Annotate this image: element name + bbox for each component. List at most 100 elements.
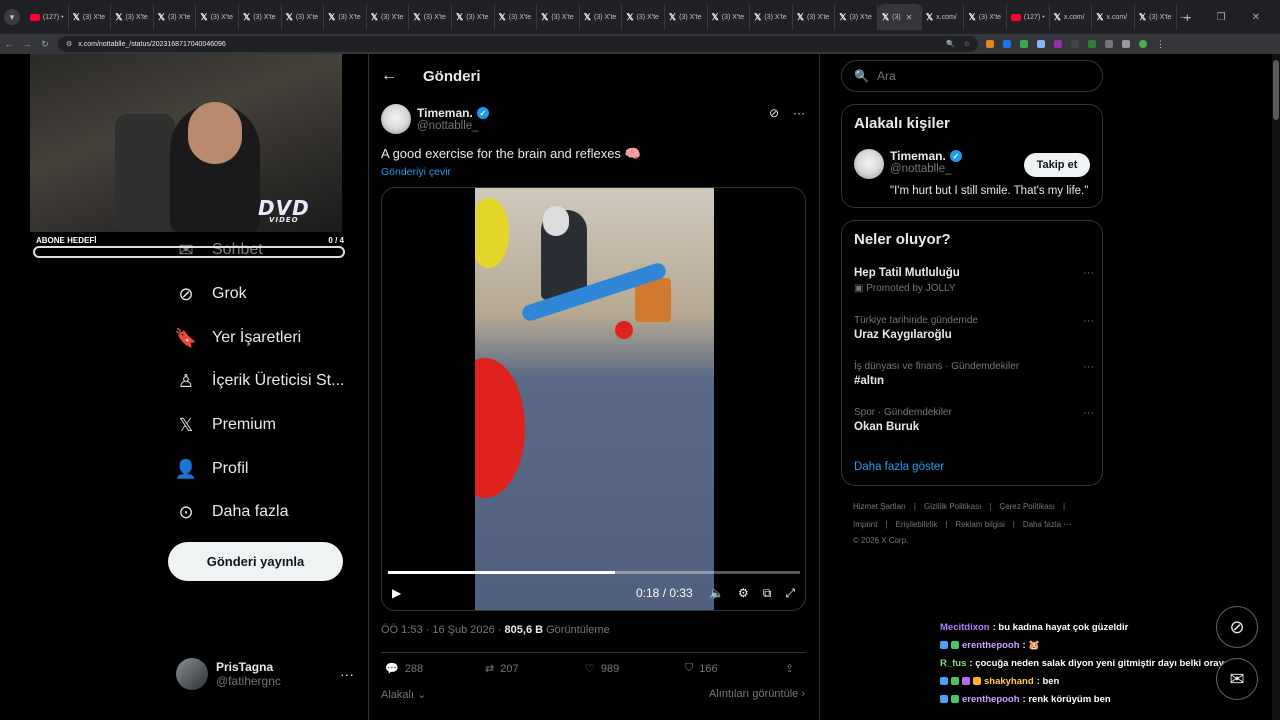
reload-icon[interactable]: ↻ [36,39,54,50]
browser-tab[interactable]: 𝕏 (3) X'te [750,4,793,30]
author-handle[interactable]: @nottablle_ [417,120,489,132]
post-author[interactable]: Timeman. ✓ @nottablle_ [381,104,489,134]
forward-icon[interactable]: → [18,39,36,49]
extension-icon[interactable] [1105,40,1113,48]
scrollbar-thumb[interactable] [1273,60,1279,120]
browser-tab[interactable]: 𝕏 (3) X'te [452,4,495,30]
account-more-icon[interactable]: ··· [340,666,354,682]
play-icon[interactable]: ▶ [392,586,401,600]
page-scrollbar[interactable] [1272,54,1280,720]
browser-tab[interactable]: 𝕏x.com/ [1092,4,1135,30]
author-avatar[interactable] [381,104,411,134]
extension-icon[interactable] [1088,40,1096,48]
nav-item-mail[interactable]: ✉ Sohbet [176,240,262,260]
minimize-button[interactable]: — [1181,12,1191,23]
footer-link[interactable]: Hizmet Şartları [853,502,906,511]
translate-post-link[interactable]: Gönderiyi çevir [381,166,451,178]
sort-relevant-dropdown[interactable]: Alakalı ⌄ [381,688,426,701]
footer-link[interactable]: Erişilebilirlik [896,520,938,529]
tab-search-button[interactable]: ▾ [4,9,20,25]
browser-tab[interactable]: 𝕏 (3) X'te [793,4,836,30]
extension-icon[interactable] [986,40,994,48]
browser-tab[interactable]: 𝕏 (3) X'te [495,4,538,30]
puzzle-icon[interactable] [1122,40,1130,48]
nav-item-more-circle[interactable]: ⊙ Daha fazla [176,502,288,522]
browser-tab[interactable]: 𝕏 (3) X'te [69,4,112,30]
extension-icon[interactable] [1003,40,1011,48]
reply-button[interactable]: 💬 288 [385,662,485,676]
browser-menu-icon[interactable]: ⋮ [1156,39,1165,50]
nav-item-grok[interactable]: ⊘ Grok [176,284,246,304]
person-handle[interactable]: @nottablle_ [890,163,962,175]
footer-link[interactable]: Gizlilik Politikası [924,502,981,511]
browser-tab[interactable]: 𝕏 (3) X'te [154,4,197,30]
account-switcher[interactable]: PrisTagna @fatihergnc [176,658,281,690]
browser-tab[interactable]: 𝕏 (3) X'te [964,4,1008,30]
back-icon[interactable]: ← [0,39,18,49]
browser-tab[interactable]: 𝕏 (3) X'te [196,4,239,30]
extension-icon[interactable] [1020,40,1028,48]
video-player[interactable]: ▶ 0:18 / 0:33 🔈 ⚙ ⧉ ⤢ [381,187,806,611]
bookmark-button[interactable]: ⛉ 166 [685,662,785,675]
browser-tab[interactable]: 𝕏x.com/ [1050,4,1093,30]
back-arrow-icon[interactable]: ← [381,67,397,85]
browser-tab[interactable]: 𝕏 (3) X'te [282,4,325,30]
trend-item[interactable]: Türkiye tarihinde gündemde Uraz Kaygılaro… [854,315,1094,341]
browser-tab[interactable]: 𝕏 (3) X'te [835,4,878,30]
footer-link[interactable]: Reklam bilgisi [955,520,1004,529]
trend-item[interactable]: İş dünyası ve finans · Gündemdekiler #alt… [854,361,1094,387]
trend-more-icon[interactable]: ··· [1083,407,1094,419]
volume-icon[interactable]: 🔈 [709,586,724,601]
trend-more-icon[interactable]: ··· [1083,361,1094,373]
address-bar[interactable]: ⚙ x.com/nottablle_/status/20231687170400… [58,36,978,52]
view-quotes-link[interactable]: Alıntıları görüntüle › [709,688,805,701]
browser-tab[interactable]: 𝕏 (3) X'te [111,4,154,30]
browser-tab[interactable]: (127) • [26,4,69,30]
person-name[interactable]: Timeman. [890,149,946,163]
browser-tab[interactable]: 𝕏 (3) X'te [708,4,751,30]
footer-link[interactable]: Imprint [853,520,877,529]
browser-tab[interactable]: 𝕏 (3) X'te [239,4,282,30]
site-info-icon[interactable]: ⚙ [66,40,72,48]
trend-item[interactable]: Hep Tatil Mutluluğu ▣ Promoted by JOLLY ··… [854,267,1094,294]
nav-item-x-logo[interactable]: 𝕏 Premium [176,415,276,435]
browser-tab[interactable]: 𝕏 (3) X'te [665,4,708,30]
post-button[interactable]: Gönderi yayınla [168,542,343,581]
close-window-button[interactable]: ✕ [1252,12,1260,23]
browser-tab[interactable]: 𝕏 (3) X'te [622,4,665,30]
like-button[interactable]: ♡ 989 [585,662,685,676]
extension-icon[interactable] [1037,40,1045,48]
trend-item[interactable]: Spor · Gündemdekiler Okan Buruk ··· [854,407,1094,433]
follow-button[interactable]: Takip et [1024,153,1090,177]
repost-button[interactable]: ⇄ 207 [485,662,585,676]
close-tab-icon[interactable]: ✕ [906,13,913,22]
browser-tab[interactable]: 𝕏 (3) X'te [580,4,623,30]
browser-tab[interactable]: (127) • [1007,4,1050,30]
star-icon[interactable]: ☆ [964,40,970,48]
browser-tab[interactable]: 𝕏 (3) X'te [409,4,452,30]
footer-link[interactable]: Çerez Politikası [999,502,1055,511]
messages-floating-button[interactable]: ✉ [1216,658,1258,700]
post-timestamp[interactable]: ÖÖ 1:53 · 16 Şub 2026 · [381,624,505,636]
grok-icon[interactable]: ⊘ [769,106,779,120]
extension-icon[interactable] [1054,40,1062,48]
restore-button[interactable]: ❐ [1217,12,1226,23]
trend-more-icon[interactable]: ··· [1083,315,1094,327]
trend-more-icon[interactable]: ··· [1083,267,1094,279]
zoom-icon[interactable]: 🔍 [946,40,955,48]
nav-item-creator-studio[interactable]: ♙ İçerik Üreticisi St... [176,371,345,391]
avatar[interactable] [854,149,884,179]
browser-tab[interactable]: 𝕏 (3) X'te [537,4,580,30]
author-name[interactable]: Timeman. [417,106,473,120]
profile-avatar-icon[interactable] [1139,40,1147,48]
more-options-icon[interactable]: ··· [793,106,805,120]
settings-icon[interactable]: ⚙ [738,586,749,601]
relevant-person[interactable]: Timeman. ✓ @nottablle_ [854,149,962,179]
share-button[interactable]: ⇪ [785,662,794,675]
grok-floating-button[interactable]: ⊘ [1216,606,1258,648]
search-input[interactable]: 🔍 Ara [841,60,1103,92]
browser-tab[interactable]: 𝕏 (3) X'te [324,4,367,30]
browser-tab[interactable]: 𝕏 (3) X'te [1135,4,1178,30]
footer-link[interactable]: Daha fazla ··· [1023,520,1071,529]
extension-icon[interactable] [1071,40,1079,48]
